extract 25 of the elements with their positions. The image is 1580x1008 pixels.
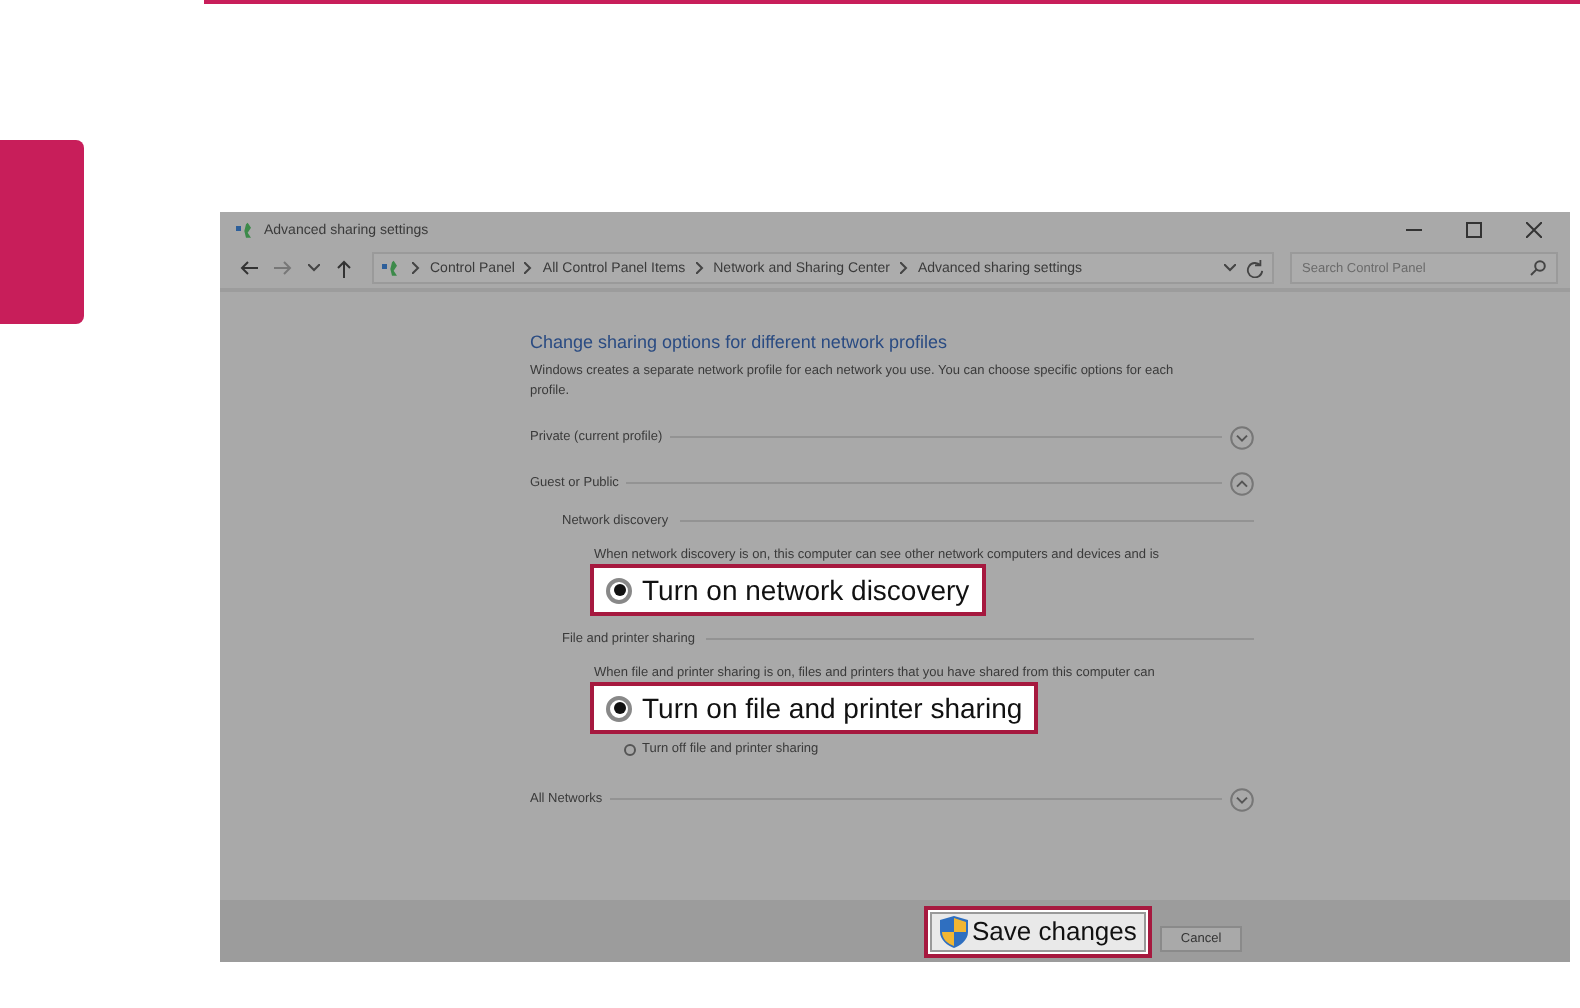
dropdown-caret-icon[interactable] <box>1224 264 1236 272</box>
up-arrow-icon[interactable] <box>336 259 352 277</box>
chevron-right-icon <box>695 262 704 274</box>
close-icon[interactable] <box>1526 222 1542 238</box>
expand-chevron-icon[interactable] <box>1230 787 1254 811</box>
search-icon <box>1530 260 1546 276</box>
chevron-right-icon <box>524 262 533 274</box>
radio-button[interactable] <box>624 743 636 755</box>
option-label[interactable]: Turn on network discovery <box>642 574 970 606</box>
refresh-icon[interactable] <box>1246 259 1264 277</box>
network-icon <box>236 221 256 239</box>
expand-chevron-icon[interactable] <box>1230 425 1254 449</box>
network-icon <box>382 259 402 277</box>
maximize-icon[interactable] <box>1466 222 1482 238</box>
shield-icon <box>940 915 968 947</box>
chevron-right-icon <box>412 262 420 274</box>
chevron-right-icon <box>899 262 908 274</box>
radio-button[interactable] <box>606 577 632 603</box>
dropdown-caret-icon[interactable] <box>308 264 320 272</box>
page-heading: Change sharing options for different network profiles <box>530 332 949 352</box>
save-button[interactable]: Save changes <box>930 911 1147 951</box>
collapse-chevron-icon[interactable] <box>1230 471 1254 495</box>
option-label[interactable]: Turn on file and printer sharing <box>642 692 1023 724</box>
back-arrow-icon[interactable] <box>240 260 258 276</box>
radio-button[interactable] <box>606 695 632 721</box>
